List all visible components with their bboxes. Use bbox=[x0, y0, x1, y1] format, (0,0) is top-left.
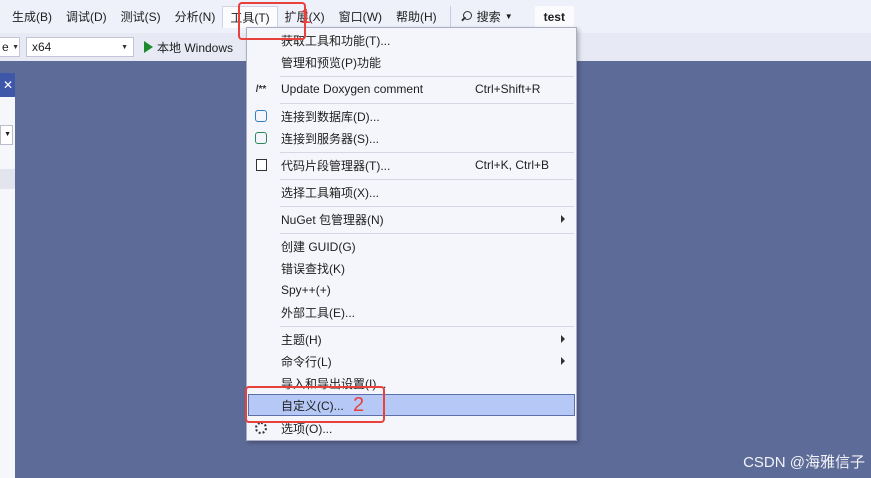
menu-help[interactable]: 帮助(H) bbox=[389, 6, 444, 28]
platform-combo[interactable]: x64 ▼ bbox=[26, 37, 134, 57]
play-icon bbox=[144, 41, 153, 53]
chevron-right-icon bbox=[561, 215, 565, 223]
menu-test[interactable]: 测试(S) bbox=[114, 6, 168, 28]
menu-item-manage-preview[interactable]: 管理和预览(P)功能 bbox=[248, 51, 575, 73]
chevron-right-icon bbox=[561, 335, 565, 343]
platform-value: x64 bbox=[32, 40, 52, 54]
chevron-down-icon: ▼ bbox=[121, 43, 128, 51]
menu-item-label: Spy++(+) bbox=[281, 283, 331, 297]
menu-item-error-lookup[interactable]: 错误查找(K) bbox=[248, 257, 575, 279]
menu-item-nuget[interactable]: NuGet 包管理器(N) bbox=[248, 208, 575, 230]
menu-item-label: 连接到数据库(D)... bbox=[281, 109, 380, 124]
tools-menu-dropdown: 获取工具和功能(T)... 管理和预览(P)功能 /** Update Doxy… bbox=[246, 27, 577, 441]
menu-item-theme[interactable]: 主题(H) bbox=[248, 328, 575, 350]
annotation-number-1: 1 bbox=[300, 6, 312, 28]
watermark: CSDN @海雅信子 bbox=[743, 454, 865, 471]
annotation-box-step-1 bbox=[238, 2, 306, 40]
panel-row bbox=[0, 169, 15, 189]
menu-item-shortcut: Ctrl+Shift+R bbox=[475, 82, 541, 96]
menu-item-snippet-manager[interactable]: 代码片段管理器(T)... Ctrl+K, Ctrl+B bbox=[248, 154, 575, 176]
run-debugger-button[interactable]: 本地 Windows bbox=[144, 39, 233, 56]
run-label: 本地 Windows bbox=[157, 40, 234, 55]
menu-separator bbox=[280, 206, 574, 207]
menu-analyze[interactable]: 分析(N) bbox=[168, 6, 223, 28]
menu-item-label: 错误查找(K) bbox=[281, 261, 345, 276]
annotation-number-2: 2 bbox=[353, 394, 365, 416]
configuration-combo[interactable]: e ▼ bbox=[0, 37, 20, 57]
menu-item-label: 外部工具(E)... bbox=[281, 305, 355, 320]
menu-item-update-doxygen[interactable]: /** Update Doxygen comment Ctrl+Shift+R bbox=[248, 78, 575, 100]
menu-item-label: 命令行(L) bbox=[281, 354, 332, 369]
left-tool-panel: ✕ ▼ bbox=[0, 73, 15, 478]
search-button[interactable]: 搜索 ▼ bbox=[449, 5, 521, 28]
menu-separator bbox=[280, 326, 574, 327]
menu-separator bbox=[280, 76, 574, 77]
server-icon bbox=[252, 130, 270, 146]
doxygen-icon: /** bbox=[255, 83, 267, 95]
search-label: 搜索 bbox=[476, 9, 501, 24]
chevron-down-icon: ▼ bbox=[504, 11, 513, 21]
menu-item-create-guid[interactable]: 创建 GUID(G) bbox=[248, 235, 575, 257]
menu-item-choose-toolbox[interactable]: 选择工具箱项(X)... bbox=[248, 181, 575, 203]
menu-window[interactable]: 窗口(W) bbox=[332, 6, 389, 28]
menu-item-label: 选择工具箱项(X)... bbox=[281, 185, 379, 200]
database-icon bbox=[252, 108, 270, 124]
menu-separator bbox=[280, 103, 574, 104]
configuration-value: e bbox=[2, 40, 9, 54]
menu-build[interactable]: 生成(B) bbox=[5, 6, 59, 28]
project-name-badge[interactable]: test bbox=[534, 5, 574, 28]
menu-item-label: 连接到服务器(S)... bbox=[281, 131, 379, 146]
menu-debug[interactable]: 调试(D) bbox=[59, 6, 114, 28]
menu-item-external-tools[interactable]: 外部工具(E)... bbox=[248, 301, 575, 323]
menu-separator bbox=[280, 179, 574, 180]
chevron-right-icon bbox=[561, 357, 565, 365]
snippet-icon bbox=[252, 157, 270, 173]
menu-item-shortcut: Ctrl+K, Ctrl+B bbox=[475, 158, 550, 172]
menu-separator bbox=[280, 233, 574, 234]
menu-item-label: 主题(H) bbox=[281, 332, 322, 347]
panel-dropdown[interactable]: ▼ bbox=[0, 125, 13, 145]
menu-item-label: 代码片段管理器(T)... bbox=[281, 158, 391, 173]
menu-item-connect-database[interactable]: 连接到数据库(D)... bbox=[248, 105, 575, 127]
menu-item-label: NuGet 包管理器(N) bbox=[281, 212, 384, 227]
close-icon[interactable]: ✕ bbox=[0, 73, 15, 97]
menu-item-command-line[interactable]: 命令行(L) bbox=[248, 350, 575, 372]
menu-item-label: 管理和预览(P)功能 bbox=[281, 55, 381, 70]
chevron-down-icon: ▼ bbox=[12, 43, 19, 51]
menu-item-label: Update Doxygen comment bbox=[281, 82, 424, 96]
menu-item-label: 创建 GUID(G) bbox=[281, 239, 356, 254]
menu-separator bbox=[280, 152, 574, 153]
search-icon bbox=[459, 10, 473, 24]
menu-item-connect-server[interactable]: 连接到服务器(S)... bbox=[248, 127, 575, 149]
menu-item-spy[interactable]: Spy++(+) bbox=[248, 279, 575, 301]
